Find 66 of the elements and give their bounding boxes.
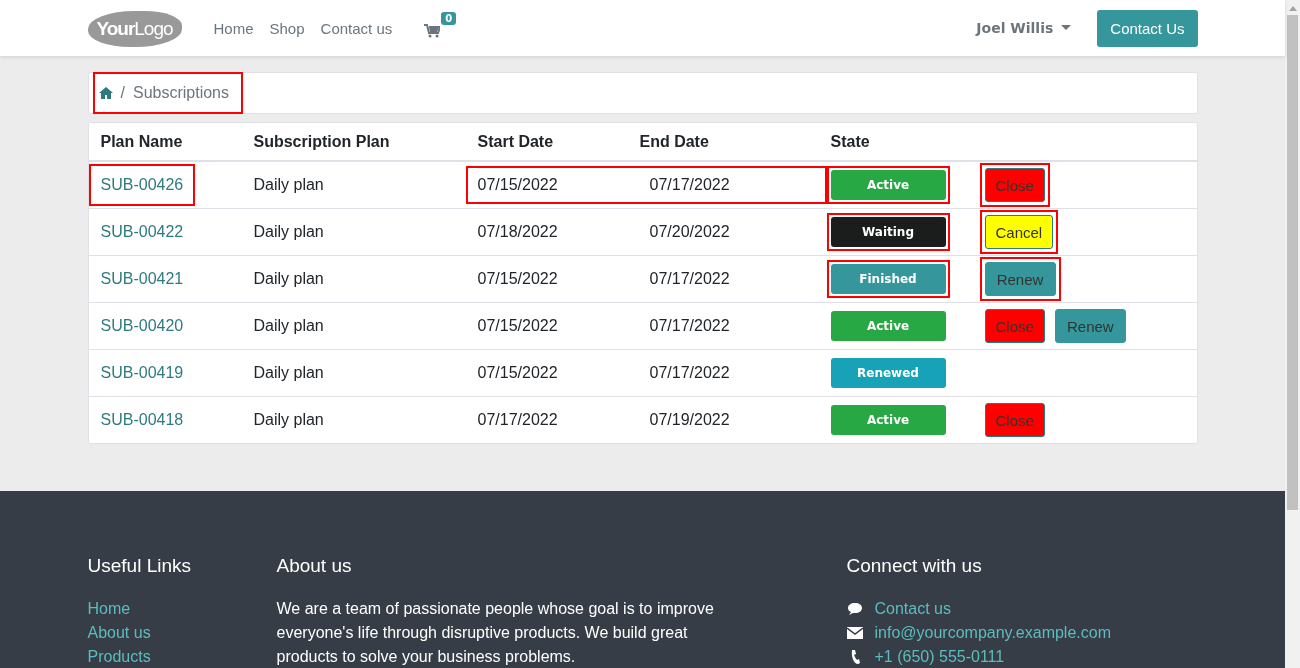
plan-link[interactable]: SUB-00421	[90, 260, 194, 298]
nav-link[interactable]: Home	[213, 19, 254, 37]
action-button[interactable]: Cancel	[984, 215, 1054, 249]
plan-link[interactable]: SUB-00426	[90, 166, 194, 204]
end-date: 07/17/2022	[649, 270, 730, 288]
footer-link[interactable]: Home	[87, 597, 277, 621]
about-text: We are a team of passionate people whose goal is to improve everyone's life through disruptive products. We build great products to solve your business problems.	[276, 599, 715, 667]
state-badge: Active	[830, 311, 946, 341]
column-header: Plan Name	[88, 123, 242, 161]
state-badge: Active	[830, 405, 946, 435]
contact-us-button[interactable]: Contact Us	[1097, 9, 1198, 47]
table-cell: Daily plan	[241, 161, 466, 209]
breadcrumb-current: Subscriptions	[132, 84, 229, 102]
action-button[interactable]: Renew	[984, 262, 1056, 296]
chat-icon	[846, 602, 863, 616]
end-date: 07/17/2022	[649, 317, 730, 335]
column-header: State	[818, 123, 962, 161]
state-badge: Renewed	[830, 358, 946, 388]
home-icon[interactable]	[98, 87, 113, 99]
footer-heading: About us	[276, 555, 353, 577]
start-date: 07/15/2022	[477, 317, 559, 335]
contact-link[interactable]: Contact us	[874, 597, 951, 621]
column-header: Subscription Plan	[241, 123, 466, 161]
footer-heading: Useful Links	[87, 555, 192, 577]
breadcrumb-separator: /	[120, 84, 125, 102]
contact-link[interactable]: info@yourcompany.example.com	[874, 621, 1111, 645]
contact-link[interactable]: +1 (650) 555-0111	[874, 645, 1005, 668]
state-badge: Finished	[830, 264, 946, 294]
nav-link[interactable]: Contact us	[320, 19, 393, 37]
state-badge: Active	[830, 170, 946, 200]
nav-link[interactable]: Shop	[269, 19, 305, 37]
action-button[interactable]: Renew	[1054, 309, 1126, 343]
table-cell: Daily plan	[241, 396, 466, 443]
start-date: 07/17/2022	[477, 411, 559, 429]
caret-icon	[1061, 25, 1072, 31]
end-date: 07/19/2022	[649, 411, 730, 429]
plan-link[interactable]: SUB-00418	[90, 401, 194, 439]
footer-link[interactable]: About us	[87, 621, 277, 645]
table-cell: Daily plan	[241, 208, 466, 256]
column-header: End Date	[627, 123, 819, 161]
end-date: 07/17/2022	[649, 176, 730, 194]
action-button[interactable]: Close	[984, 168, 1045, 202]
user-menu[interactable]: Joel Willis	[976, 20, 1072, 36]
action-button[interactable]: Close	[984, 309, 1045, 343]
table-cell: Daily plan	[241, 302, 466, 350]
start-date: 07/15/2022	[477, 176, 559, 194]
logo[interactable]: YourLogo	[87, 11, 182, 47]
plan-link[interactable]: SUB-00419	[90, 354, 194, 392]
start-date: 07/15/2022	[477, 270, 559, 288]
footer-link[interactable]: Products	[87, 645, 277, 668]
plan-link[interactable]: SUB-00422	[90, 213, 194, 251]
scrollbar[interactable]	[1285, 0, 1300, 668]
footer-heading: Connect with us	[846, 555, 983, 577]
action-button[interactable]: Close	[984, 403, 1045, 437]
start-date: 07/15/2022	[477, 364, 559, 382]
cart-icon[interactable]	[424, 24, 441, 38]
mail-icon	[846, 627, 863, 639]
start-date: 07/18/2022	[477, 223, 559, 241]
end-date: 07/17/2022	[649, 364, 730, 382]
table-cell: Daily plan	[241, 349, 466, 397]
state-badge: Waiting	[830, 217, 946, 247]
table-cell: Daily plan	[241, 255, 466, 303]
column-header: Start Date	[465, 123, 628, 161]
cart-count-badge: 0	[441, 12, 457, 25]
plan-link[interactable]: SUB-00420	[90, 307, 194, 345]
end-date: 07/20/2022	[649, 223, 730, 241]
